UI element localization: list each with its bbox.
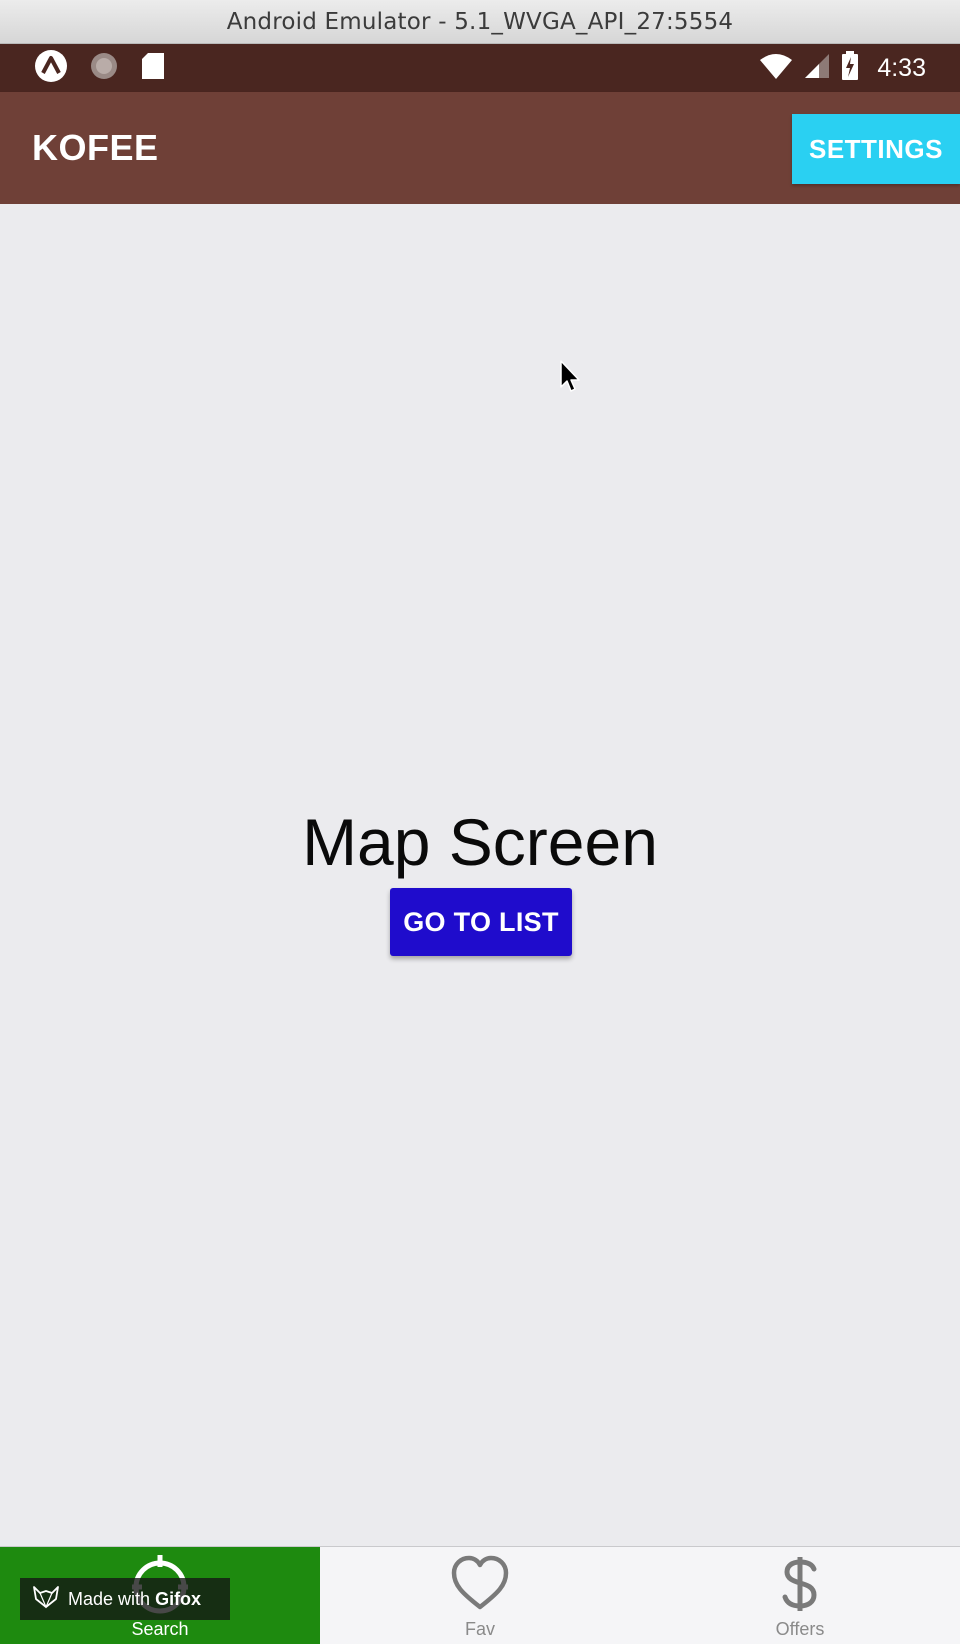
- gifox-watermark: Made with Gifox: [20, 1578, 230, 1620]
- mouse-cursor-icon: [560, 360, 582, 399]
- status-right-icons: 4:33: [759, 50, 926, 86]
- battery-charging-icon: [841, 50, 859, 86]
- dot-notification-icon: [90, 52, 118, 85]
- tab-label-offers: Offers: [775, 1619, 825, 1639]
- window-titlebar: Android Emulator - 5.1_WVGA_API_27:5554: [0, 0, 960, 44]
- window-title: Android Emulator - 5.1_WVGA_API_27:5554: [226, 8, 734, 35]
- tab-offers[interactable]: Offers: [640, 1547, 960, 1644]
- screen-title: Map Screen: [302, 805, 658, 879]
- watermark-prefix: Made with: [68, 1588, 151, 1609]
- wifi-icon: [759, 52, 793, 85]
- status-left-icons: [34, 49, 166, 88]
- tab-label-search: Search: [131, 1619, 189, 1639]
- tab-label-fav: Fav: [464, 1619, 495, 1639]
- sd-card-icon: [140, 51, 166, 86]
- fox-logo-icon: [32, 1585, 60, 1614]
- app-title: KOFEE: [32, 127, 159, 168]
- app-header: KOFEE SETTINGS: [0, 92, 960, 204]
- watermark-text: Made with Gifox: [68, 1589, 201, 1610]
- dollar-icon: [780, 1555, 820, 1618]
- heart-icon: [450, 1555, 510, 1616]
- app-notification-icon: [34, 49, 68, 88]
- status-bar: 4:33: [0, 44, 960, 92]
- settings-button[interactable]: SETTINGS: [792, 114, 960, 184]
- status-time: 4:33: [877, 53, 926, 82]
- go-to-list-button[interactable]: GO TO LIST: [390, 888, 572, 956]
- watermark-brand: Gifox: [155, 1588, 202, 1609]
- tab-fav[interactable]: Fav: [320, 1547, 640, 1644]
- map-screen: Map Screen GO TO LIST: [0, 204, 960, 1546]
- cell-signal-icon: [803, 52, 831, 85]
